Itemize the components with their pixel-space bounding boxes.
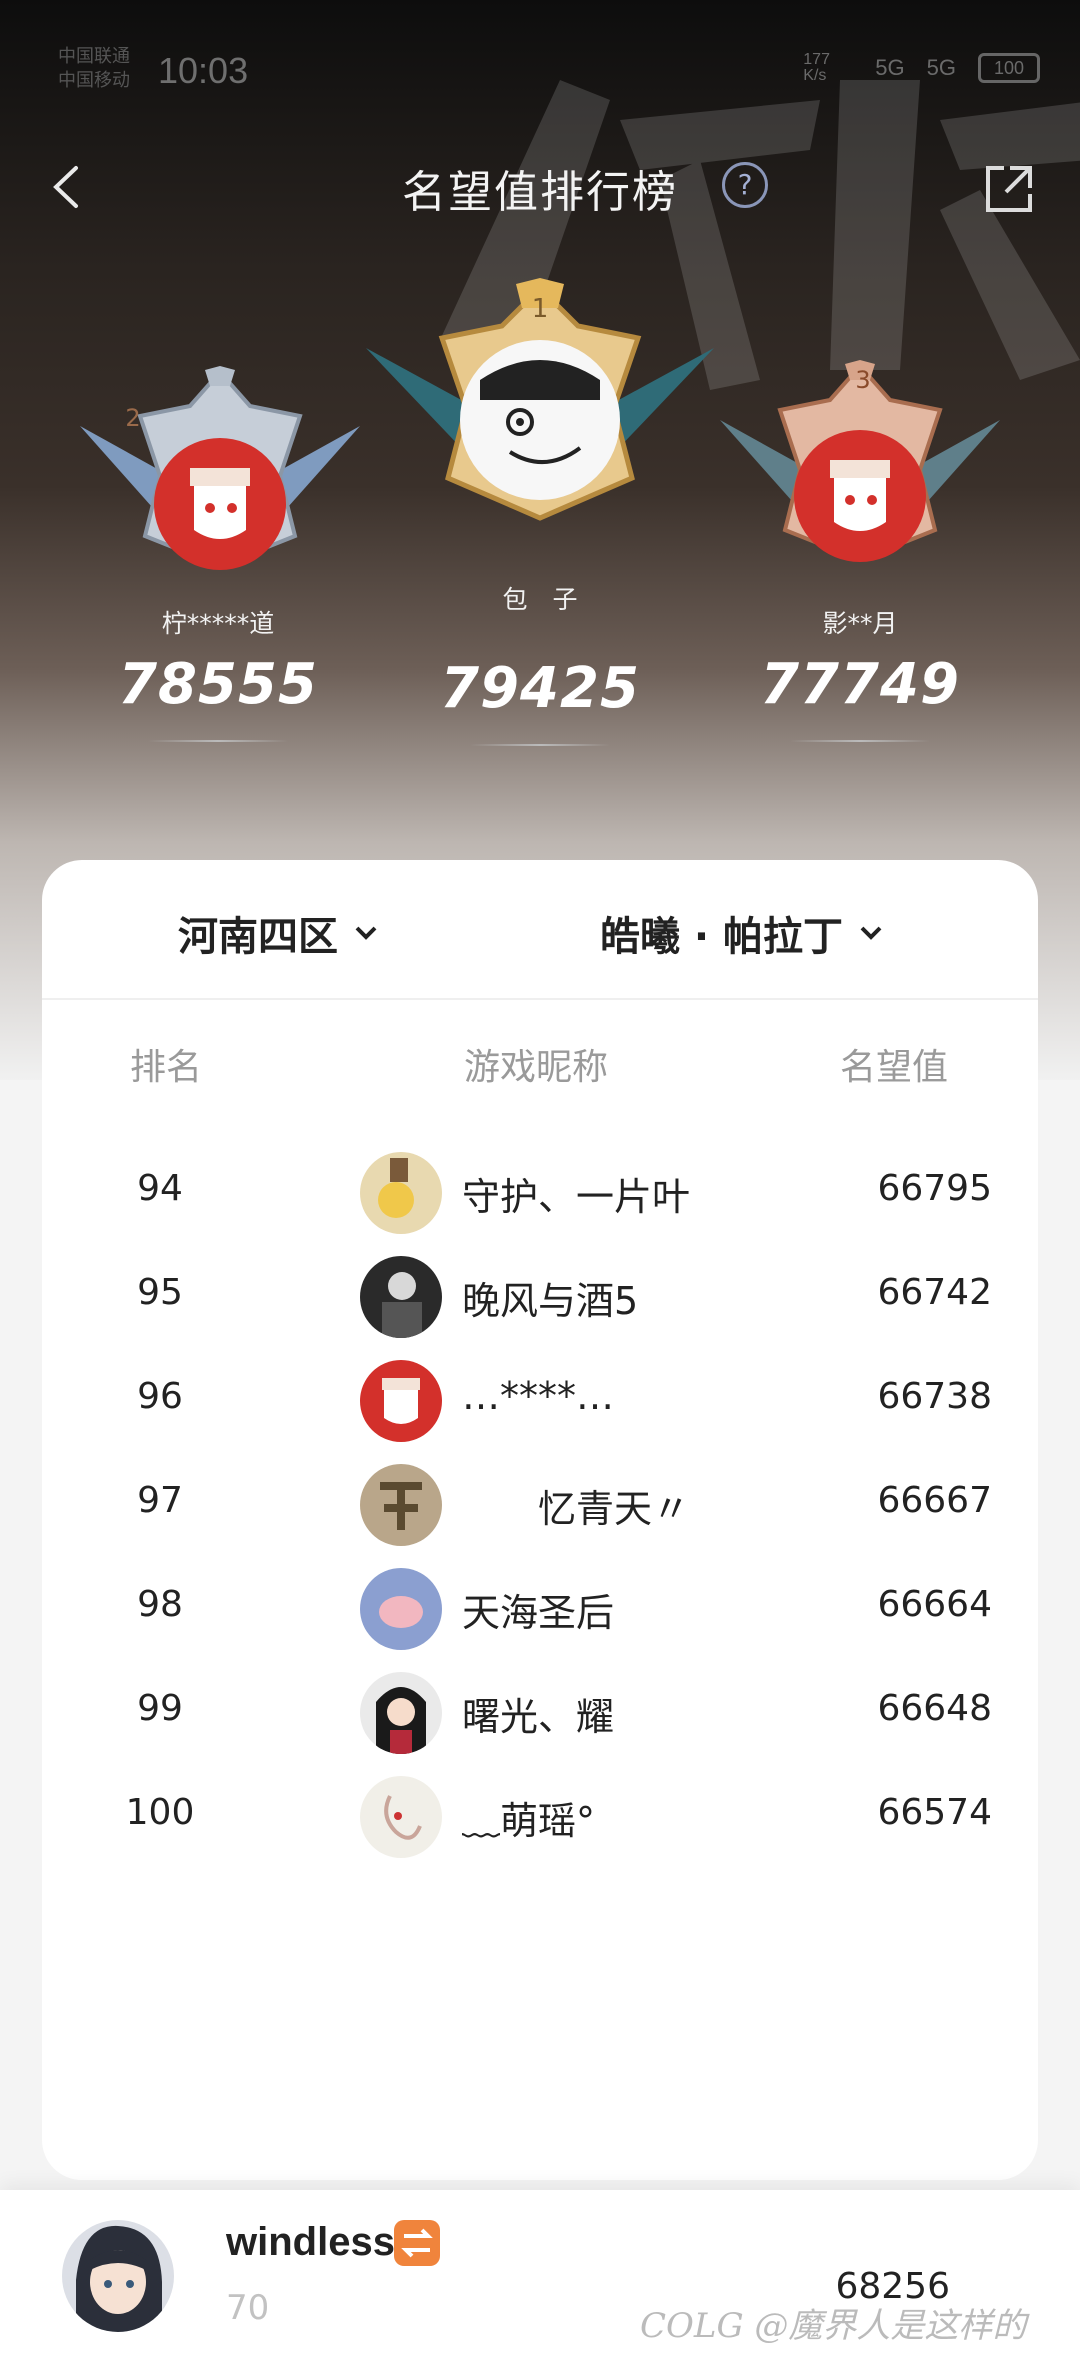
- player-avatar[interactable]: [360, 1360, 442, 1442]
- watermark-text: COLG @魔界人是这样的: [640, 2306, 1027, 2346]
- row-score: 66742: [877, 1272, 992, 1313]
- podium-place-number: 3: [855, 366, 871, 394]
- row-score: 66648: [877, 1688, 992, 1729]
- podium-score: 77749: [760, 652, 960, 717]
- signal-5g-1: 5G: [875, 55, 905, 80]
- chevron-down-icon: [355, 926, 377, 940]
- table-row[interactable]: 100 ﹏萌瑶° 66574: [42, 1766, 1038, 1866]
- row-player-name[interactable]: ﹏萌瑶°: [462, 1790, 595, 1845]
- row-score: 66738: [877, 1376, 992, 1417]
- row-rank: 97: [137, 1480, 183, 1521]
- status-icons: 177 K/s 5G 5G 100: [803, 52, 1040, 84]
- row-score: 66664: [877, 1584, 992, 1625]
- player-avatar: [154, 438, 286, 570]
- podium-place-number: 1: [531, 294, 549, 324]
- header-rank: 排名: [130, 1047, 203, 1088]
- ranking-card: 河南四区 皓曦 · 帕拉丁 排名 游戏昵称 名望值 94 守护、一片叶 6679…: [42, 860, 1038, 2180]
- podium-score: 79425: [440, 656, 640, 721]
- header-name: 游戏昵称: [464, 1047, 609, 1088]
- player-avatar[interactable]: [360, 1256, 442, 1338]
- chevron-down-icon: [860, 926, 882, 940]
- class-label: 皓曦 · 帕拉丁: [600, 914, 844, 960]
- row-score: 66795: [877, 1168, 992, 1209]
- row-player-name[interactable]: 曙光、耀: [462, 1686, 614, 1741]
- my-rank: 70: [226, 2288, 270, 2328]
- table-row[interactable]: 98 天海圣后 66664: [42, 1558, 1038, 1658]
- my-name: windless: [226, 2220, 395, 2264]
- my-rank-bar[interactable]: windless 70 68256 COLG @魔界人是这样的: [0, 2190, 1080, 2363]
- help-icon[interactable]: ?: [722, 162, 768, 208]
- divider: [790, 740, 930, 742]
- table-row[interactable]: 94 守护、一片叶 66795: [42, 1142, 1038, 1242]
- player-avatar: [794, 430, 926, 562]
- swap-icon[interactable]: [394, 2220, 440, 2266]
- player-avatar[interactable]: [360, 1776, 442, 1858]
- row-player-name[interactable]: 守护、一片叶: [462, 1166, 690, 1221]
- row-rank: 98: [137, 1584, 183, 1625]
- row-rank: 94: [137, 1168, 183, 1209]
- share-icon[interactable]: [982, 162, 1036, 216]
- status-bar: 中国联通 中国移动 10:03 177 K/s 5G 5G 100: [0, 0, 1080, 150]
- clock: 10:03: [158, 50, 249, 91]
- row-rank: 96: [137, 1376, 183, 1417]
- page-title: 名望值排行榜: [402, 167, 678, 218]
- player-avatar[interactable]: [360, 1152, 442, 1234]
- row-rank: 95: [137, 1272, 183, 1313]
- podium-name: 包 子: [502, 585, 578, 614]
- player-avatar[interactable]: [360, 1672, 442, 1754]
- row-player-name[interactable]: 忆青天〃: [462, 1478, 690, 1533]
- player-avatar: [460, 340, 620, 500]
- top-nav: 名望值排行榜 ?: [0, 140, 1080, 230]
- player-avatar[interactable]: [360, 1568, 442, 1650]
- table-row[interactable]: 99 曙光、耀 66648: [42, 1662, 1038, 1762]
- my-avatar[interactable]: [62, 2220, 174, 2332]
- battery-icon: 100: [978, 53, 1040, 83]
- region-label: 河南四区: [178, 914, 338, 960]
- header-score: 名望值: [840, 1047, 949, 1088]
- divider: [148, 740, 288, 742]
- row-player-name[interactable]: 天海圣后: [462, 1582, 614, 1637]
- filter-bar: 河南四区 皓曦 · 帕拉丁: [42, 860, 1038, 1000]
- class-dropdown[interactable]: 皓曦 · 帕拉丁: [600, 904, 885, 962]
- row-player-name[interactable]: …****…: [462, 1374, 614, 1418]
- carrier-label: 中国联通 中国移动: [58, 46, 130, 90]
- table-row[interactable]: 97 忆青天〃 66667: [42, 1454, 1038, 1554]
- table-row[interactable]: 95 晚风与酒5 66742: [42, 1246, 1038, 1346]
- player-avatar[interactable]: [360, 1464, 442, 1546]
- row-score: 66574: [877, 1792, 992, 1833]
- row-rank: 99: [137, 1688, 183, 1729]
- row-rank: 100: [125, 1792, 195, 1833]
- podium-name: 柠*****道: [161, 609, 275, 638]
- podium-place-number: 2: [125, 404, 141, 432]
- divider: [470, 744, 610, 746]
- row-score: 66667: [877, 1480, 992, 1521]
- row-player-name[interactable]: 晚风与酒5: [462, 1270, 638, 1325]
- network-speed: 177 K/s: [803, 51, 830, 84]
- signal-5g-2: 5G: [926, 55, 956, 80]
- podium-name: 影**月: [822, 609, 898, 638]
- table-row[interactable]: 96 …****… 66738: [42, 1350, 1038, 1450]
- region-dropdown[interactable]: 河南四区: [178, 904, 380, 962]
- table-header: 排名 游戏昵称 名望值: [42, 1038, 1038, 1088]
- podium-score: 78555: [118, 652, 318, 717]
